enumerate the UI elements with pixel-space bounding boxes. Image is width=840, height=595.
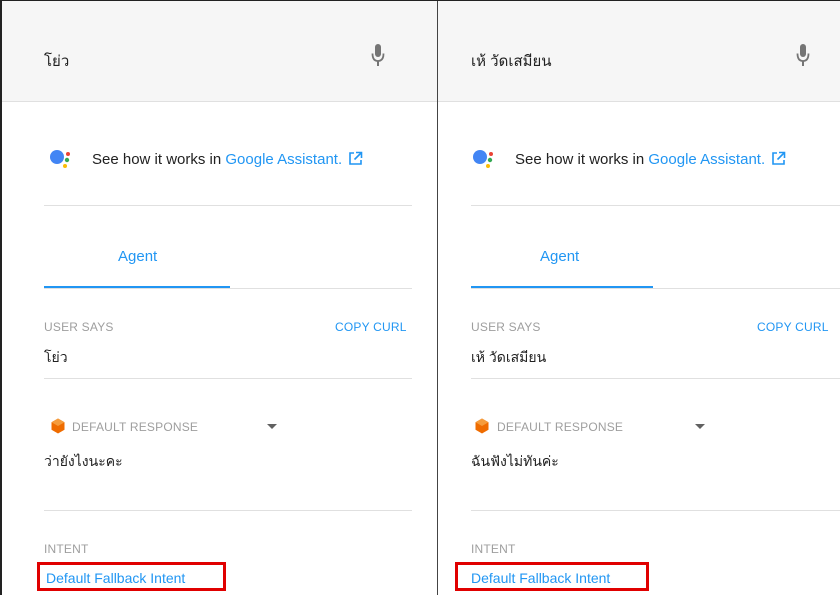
query-input[interactable]: เห้ วัดเสมียน xyxy=(471,49,552,73)
user-says-label: USER SAYS xyxy=(44,320,114,334)
google-assistant-link-row: See how it works in Google Assistant. xyxy=(471,149,786,171)
divider xyxy=(44,378,412,379)
microphone-icon[interactable] xyxy=(371,43,385,69)
user-says-text: โย่ว xyxy=(44,349,68,365)
microphone-icon[interactable] xyxy=(796,43,810,69)
query-bar[interactable]: โย่ว xyxy=(2,1,437,102)
response-text: ฉันฟังไม่ทันค่ะ xyxy=(471,453,559,469)
copy-curl-button[interactable]: COPY CURL xyxy=(335,320,407,334)
divider xyxy=(471,378,840,379)
dialogflow-test-console-comparison: โย่ว See how it works in Google Assistan… xyxy=(0,0,840,595)
tab-agent[interactable]: Agent xyxy=(540,248,579,265)
google-assistant-icon xyxy=(473,150,493,168)
google-assistant-link-row: See how it works in Google Assistant. xyxy=(48,149,363,171)
intent-label: INTENT xyxy=(471,542,516,556)
external-link-icon[interactable] xyxy=(348,151,363,166)
tab-agent[interactable]: Agent xyxy=(118,248,157,265)
default-response-label: DEFAULT RESPONSE xyxy=(497,420,624,434)
user-says-text: เห้ วัดเสมียน xyxy=(471,349,547,365)
google-assistant-link[interactable]: Google Assistant. xyxy=(225,151,342,168)
test-console-panel-right: เห้ วัดเสมียน See how it works in Google… xyxy=(438,1,840,595)
test-console-panel-left: โย่ว See how it works in Google Assistan… xyxy=(0,1,438,595)
divider xyxy=(471,510,840,511)
dialogflow-response-icon xyxy=(51,418,65,434)
divider xyxy=(471,205,840,206)
divider xyxy=(471,288,840,289)
query-bar[interactable]: เห้ วัดเสมียน xyxy=(438,1,840,102)
google-assistant-link[interactable]: Google Assistant. xyxy=(648,151,765,168)
default-response-label: DEFAULT RESPONSE xyxy=(72,420,199,434)
highlight-box xyxy=(455,562,649,591)
external-link-icon[interactable] xyxy=(771,151,786,166)
divider xyxy=(44,510,412,511)
chevron-down-icon[interactable] xyxy=(267,424,277,429)
assistant-prefix-text: See how it works in xyxy=(515,150,649,168)
google-assistant-icon xyxy=(50,150,70,168)
chevron-down-icon[interactable] xyxy=(695,424,705,429)
dialogflow-response-icon xyxy=(475,418,489,434)
intent-label: INTENT xyxy=(44,542,89,556)
highlight-box xyxy=(37,562,226,591)
divider xyxy=(44,205,412,206)
assistant-prefix-text: See how it works in xyxy=(92,150,226,168)
user-says-label: USER SAYS xyxy=(471,320,541,334)
copy-curl-button[interactable]: COPY CURL xyxy=(757,320,829,334)
query-input[interactable]: โย่ว xyxy=(44,49,69,73)
divider xyxy=(44,288,412,289)
response-text: ว่ายังไงนะคะ xyxy=(44,453,123,469)
